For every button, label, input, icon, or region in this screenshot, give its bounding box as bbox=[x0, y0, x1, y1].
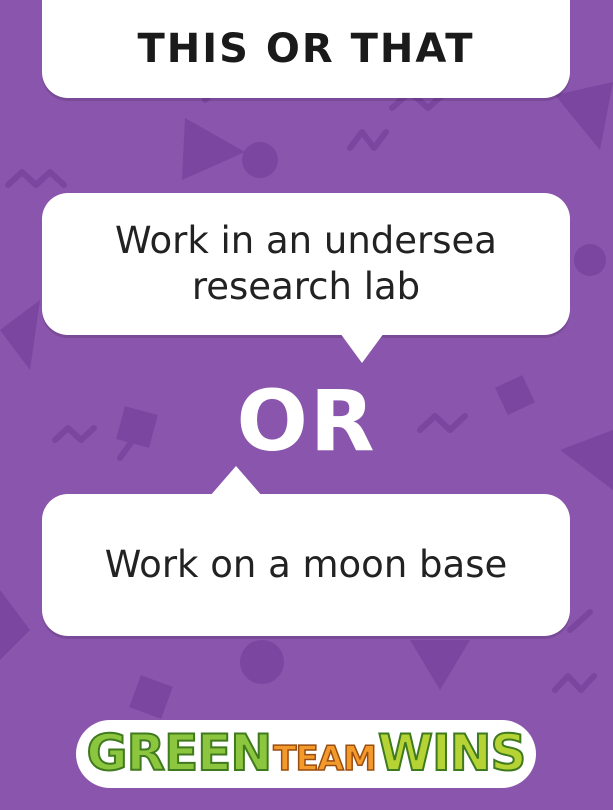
page-title: THIS OR THAT bbox=[137, 26, 475, 72]
speech-bubble-tail-up bbox=[210, 466, 262, 496]
speech-bubble-tail-down bbox=[340, 333, 384, 363]
circle-shape bbox=[240, 640, 284, 684]
logo-word-wins: WINS bbox=[377, 723, 528, 783]
triangle-shape bbox=[182, 118, 245, 180]
circle-shape bbox=[574, 244, 606, 276]
square-shape bbox=[129, 675, 173, 719]
title-card: THIS OR THAT bbox=[42, 0, 570, 98]
zigzag-shape bbox=[552, 673, 597, 693]
option-a-card[interactable]: Work in an undersea research lab bbox=[42, 193, 570, 335]
triangle-shape bbox=[555, 82, 613, 150]
option-a-text: Work in an undersea research lab bbox=[115, 219, 497, 308]
green-team-wins-logo: GREENTEAMWINS bbox=[76, 714, 536, 794]
logo-word-green: GREEN bbox=[86, 723, 274, 783]
or-separator: OR bbox=[236, 372, 377, 470]
zigzag-shape bbox=[347, 129, 389, 151]
option-b-card[interactable]: Work on a moon base bbox=[42, 494, 570, 636]
logo-word-team: TEAM bbox=[273, 738, 378, 780]
option-b-text: Work on a moon base bbox=[104, 543, 508, 586]
triangle-shape bbox=[0, 300, 40, 370]
triangle-shape bbox=[410, 640, 470, 690]
triangle-shape bbox=[0, 590, 30, 660]
dash-shape bbox=[567, 609, 593, 633]
circle-shape bbox=[242, 142, 278, 178]
logo-wordmark: GREENTEAMWINS bbox=[76, 723, 536, 783]
zigzag-shape bbox=[5, 169, 67, 188]
